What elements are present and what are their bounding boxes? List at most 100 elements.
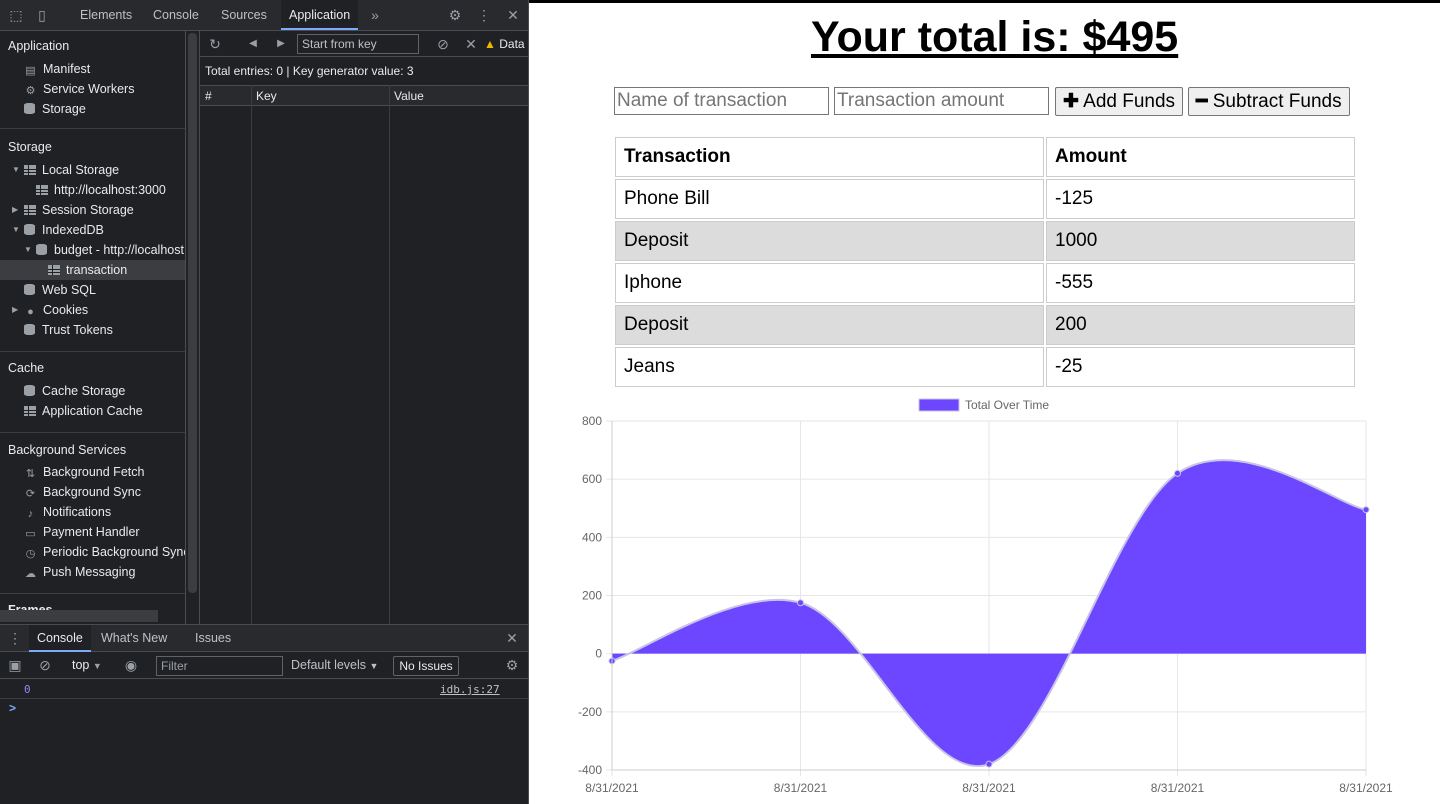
inspect-element-icon[interactable]: ⬚ [8,0,24,31]
grid-icon [24,406,36,416]
no-issues-button[interactable]: No Issues [393,656,459,676]
sidebar-item-notifications[interactable]: ♪ Notifications [24,502,111,522]
section-storage: Storage [8,140,52,154]
sidebar-item-web-sql[interactable]: Web SQL [24,280,96,300]
add-funds-button[interactable]: ✚ Add Funds [1055,87,1184,116]
show-sidebar-icon[interactable]: ▣ [7,652,23,679]
tab-console[interactable]: Console [153,0,199,30]
expand-triangle-icon[interactable]: ▼ [12,220,20,240]
sidebar-item-localhost-origin[interactable]: http://localhost:3000 [36,180,166,200]
previous-page-icon[interactable]: ◀ [246,31,260,57]
collapse-triangle-icon[interactable]: ▶ [12,300,18,320]
sidebar-horizontal-scrollbar[interactable] [0,610,158,622]
total-over-time-chart: 800 600 400 200 0 -200 -400 8/31/2021 8/31/2021 8… [578,398,1393,795]
data-warning: ▲ Data [484,37,525,51]
section-background-services: Background Services [8,443,127,457]
grid-icon [36,185,48,195]
sidebar-item-periodic-background-sync[interactable]: ◷ Periodic Background Sync [24,542,185,562]
tab-elements[interactable]: Elements [80,0,132,30]
sidebar-item-indexeddb[interactable]: IndexedDB [24,220,104,240]
y-tick-label: 800 [582,414,602,428]
clear-object-store-icon[interactable]: ⊘ [436,31,450,57]
gear-icon: ⚙ [25,85,36,97]
sidebar-item-session-storage[interactable]: Session Storage [24,200,134,220]
x-tick-label: 8/31/2021 [1151,781,1205,795]
divider [0,351,185,352]
sidebar-item-service-workers[interactable]: ⚙ Service Workers [24,79,135,99]
table-header-row: Transaction Amount [615,137,1355,177]
column-header-index[interactable]: # [205,89,212,103]
credit-card-icon: ▭ [25,528,36,540]
subtract-funds-button[interactable]: ━ Subtract Funds [1188,87,1350,116]
console-prompt[interactable]: > [9,701,16,715]
budget-app-page: Your total is: $495 ✚ Add Funds ━ Subtra… [529,0,1440,804]
gear-icon[interactable]: ⚙ [446,0,464,31]
sidebar-item-budget-db[interactable]: budget - http://localhost [36,240,184,260]
y-tick-label: -400 [578,763,602,777]
transaction-amount-cell: 1000 [1046,221,1355,261]
sidebar-scrollbar[interactable] [186,31,200,624]
data-point [985,760,993,768]
expand-triangle-icon[interactable]: ▼ [24,240,32,260]
sidebar-item-payment-handler[interactable]: ▭ Payment Handler [24,522,139,542]
sidebar-item-application-cache[interactable]: Application Cache [24,401,143,421]
eye-icon[interactable]: ◉ [122,652,140,679]
tab-sources[interactable]: Sources [221,0,267,30]
drawer-tab-console[interactable]: Console [29,625,91,652]
expand-triangle-icon[interactable]: ▼ [12,160,20,180]
device-toolbar-icon[interactable]: ▯ [34,0,50,31]
more-tabs-icon[interactable]: » [368,0,382,31]
transaction-amount-cell: -555 [1046,263,1355,303]
data-point [1174,469,1181,477]
cloud-icon: ☁ [25,568,36,580]
sidebar-item-push-messaging[interactable]: ☁ Push Messaging [24,562,135,582]
column-header-value[interactable]: Value [394,89,424,103]
table-row: Jeans -25 [615,347,1355,387]
data-point [797,599,804,607]
sidebar-item-cache-storage[interactable]: Cache Storage [24,381,125,401]
sidebar-item-transaction-store[interactable]: transaction [48,260,127,280]
legend-swatch [918,398,960,412]
drawer-tab-issues[interactable]: Issues [195,625,231,652]
kebab-menu-icon[interactable]: ⋮ [476,0,492,31]
drawer-tab-whats-new[interactable]: What's New [101,625,167,652]
sidebar-item-local-storage[interactable]: Local Storage [24,160,119,180]
database-icon [24,324,35,335]
header-amount: Amount [1046,137,1355,177]
sidebar-item-manifest[interactable]: ▤ Manifest [24,59,90,79]
grid-icon [24,165,36,175]
delete-selected-icon[interactable]: ✕ [464,31,478,57]
transaction-name-input[interactable] [614,87,829,115]
table-row: Iphone -555 [615,263,1355,303]
scrollbar-thumb[interactable] [188,33,197,593]
close-drawer-icon[interactable]: ✕ [504,625,520,652]
sidebar-item-background-fetch[interactable]: ⇅ Background Fetch [24,462,145,482]
refresh-icon[interactable]: ↻ [208,31,222,57]
sidebar-item-cookies[interactable]: ● Cookies [24,300,88,320]
idb-table-header: # Key Value [200,85,528,106]
database-icon [24,385,35,396]
tab-application[interactable]: Application [281,0,359,30]
column-divider [389,85,390,624]
drawer-menu-icon[interactable]: ⋮ [8,625,22,652]
transaction-amount-input[interactable] [834,87,1049,115]
sidebar-item-background-sync[interactable]: ⟳ Background Sync [24,482,141,502]
plus-icon: ✚ [1063,91,1079,112]
sidebar-item-trust-tokens[interactable]: Trust Tokens [24,320,113,340]
y-tick-label: 400 [582,530,602,544]
console-filter-input[interactable]: Filter [156,656,283,676]
next-page-icon[interactable]: ▶ [274,31,288,57]
gear-icon[interactable]: ⚙ [503,652,521,679]
log-levels-dropdown[interactable]: Default levels ▼ [291,658,378,672]
start-from-key-input[interactable]: Start from key [297,34,419,54]
console-log-source-link[interactable]: idb.js:27 [440,683,500,696]
sidebar-item-storage-overview[interactable]: Storage [24,99,86,119]
data-point [1362,506,1370,514]
collapse-triangle-icon[interactable]: ▶ [12,200,18,220]
context-selector[interactable]: top ▼ [72,658,102,672]
column-divider [251,85,252,624]
close-icon[interactable]: ✕ [505,0,521,31]
column-header-key[interactable]: Key [256,89,277,103]
y-tick-label: 200 [582,589,602,603]
clear-console-icon[interactable]: ⊘ [37,652,53,679]
